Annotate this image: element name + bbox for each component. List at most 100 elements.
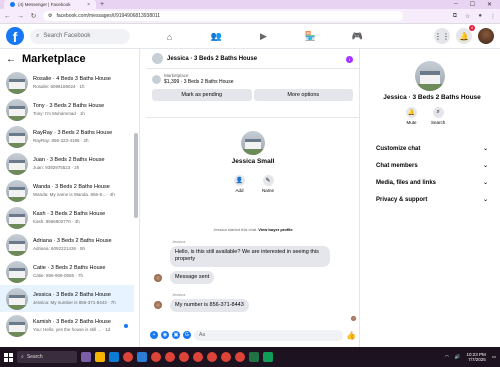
conversation-item[interactable]: RayRay · 3 Beds 2 Baths House RayRay: 856… [0, 123, 134, 150]
conversation-item[interactable]: Tony · 3 Beds 2 Baths House Tony: I'm Muh… [0, 96, 134, 123]
forward-icon[interactable]: → [17, 13, 24, 20]
privacy-support-section[interactable]: Privacy & support ⌄ [376, 196, 488, 204]
thumbs-up-icon[interactable]: 👍 [346, 331, 356, 340]
sender-name: Jessica [172, 292, 186, 297]
conversation-item[interactable]: Catie · 3 Beds 2 Baths House Catie: 856-9… [0, 258, 134, 285]
view-buyer-profile-link[interactable]: View buyer profile [258, 227, 292, 232]
profile-avatar[interactable] [241, 131, 265, 155]
chat-info-icon[interactable]: i [346, 56, 353, 63]
media-files-links-section[interactable]: Media, files and links ⌄ [376, 179, 488, 187]
maximize-icon[interactable]: ☐ [470, 1, 475, 8]
sticker-icon[interactable]: ▣ [172, 331, 180, 339]
chat-members-section[interactable]: Chat members ⌄ [376, 162, 488, 170]
notification-center-icon[interactable]: ▭ [492, 354, 496, 360]
account-avatar[interactable] [478, 28, 494, 44]
scrollbar-thumb[interactable] [134, 133, 138, 218]
search-icon: ⌕ [432, 107, 444, 118]
new-tab-button[interactable]: + [100, 1, 104, 8]
section-label: Chat members [376, 162, 418, 169]
close-tab-icon[interactable]: × [87, 2, 90, 8]
conversation-item[interactable]: Rosalie · 4 Beds 3 Baths House Rosalie: 6… [0, 69, 134, 96]
name-action[interactable]: ✎ Name [262, 175, 274, 193]
reload-icon[interactable]: ↻ [30, 12, 37, 20]
chrome-icon[interactable] [151, 352, 161, 362]
browser-menu-icon[interactable]: ⋮ [490, 13, 496, 20]
section-label: Customize chat [376, 145, 421, 152]
back-icon[interactable]: ← [4, 13, 11, 20]
friends-icon[interactable]: 👥 [193, 24, 240, 49]
add-action[interactable]: 👤 Add [234, 175, 245, 193]
gif-icon[interactable]: G [183, 331, 191, 339]
word-icon[interactable] [137, 352, 147, 362]
taskbar-search[interactable]: ⌕ Search [17, 351, 77, 363]
url-field[interactable]: ⚙ facebook.com/messages/t/91949068139380… [43, 11, 403, 21]
conversation-item[interactable]: Kamish · 3 Beds 2 Baths House You: Hello,… [0, 312, 134, 339]
site-info-icon[interactable]: ⚙ [48, 13, 52, 19]
name-label: Name [262, 188, 275, 193]
conversation-name: Juan · 3 Beds 2 Baths House [33, 157, 105, 163]
minimize-icon[interactable]: – [454, 1, 457, 8]
app-icon[interactable] [263, 352, 273, 362]
windows-start-icon[interactable] [4, 352, 13, 362]
camera-icon[interactable]: ◉ [161, 331, 169, 339]
task-view-icon[interactable] [81, 352, 91, 362]
message-input[interactable]: Aa [194, 329, 344, 341]
conversation-name: Rosalie · 4 Beds 3 Baths House [33, 76, 111, 82]
customize-chat-section[interactable]: Customize chat ⌄ [376, 145, 488, 153]
edge-icon[interactable] [109, 352, 119, 362]
close-window-icon[interactable]: ✕ [487, 1, 492, 8]
gaming-icon[interactable]: 🎮 [334, 24, 381, 49]
cast-icon[interactable]: ⧉ [453, 13, 457, 20]
chrome-icon[interactable] [123, 352, 133, 362]
mark-as-pending-button[interactable]: Mark as pending [152, 89, 252, 101]
conversation-item[interactable]: Wanda · 3 Beds 2 Baths House Wanda: My na… [0, 177, 134, 204]
plus-icon[interactable]: + [150, 331, 158, 339]
excel-icon[interactable] [249, 352, 259, 362]
search-action[interactable]: ⌕ Search [431, 107, 445, 125]
bookmark-star-icon[interactable]: ☆ [465, 13, 470, 20]
conversation-preview: Wanda: My name is Wanda. 856-9... · 4h [33, 192, 115, 197]
chevron-down-icon: ⌄ [482, 163, 488, 169]
file-explorer-icon[interactable] [95, 352, 105, 362]
listing-thumbnail [6, 314, 28, 337]
conversation-item[interactable]: Adriana · 3 Beds 2 Baths House Adriana: 6… [0, 231, 134, 258]
home-icon[interactable]: ⌂ [146, 24, 193, 49]
profile-name: Jessica Small [231, 158, 275, 165]
conversation-item[interactable]: Kash · 3 Beds 2 Baths House Kash: 8566902… [0, 204, 134, 231]
browser-tab[interactable]: (4) Messenger | Facebook × [4, 0, 96, 9]
more-options-button[interactable]: More options [253, 89, 353, 101]
back-arrow-icon[interactable]: ← [6, 54, 16, 65]
chrome-icon[interactable] [207, 352, 217, 362]
sender-avatar[interactable] [154, 301, 162, 309]
volume-icon[interactable]: 🔊 [455, 354, 461, 360]
chrome-icon[interactable] [165, 352, 175, 362]
sender-avatar[interactable] [154, 274, 162, 282]
search-facebook-input[interactable]: ⌕ Search Facebook [30, 28, 130, 44]
facebook-logo-icon[interactable]: f [6, 27, 24, 45]
clock[interactable]: 10:23 PM 7/7/2025 [466, 352, 485, 363]
marketplace-header: ← Marketplace [0, 49, 139, 69]
listing-price-title[interactable]: $1,399 · 3 Beds 2 Baths House [164, 79, 234, 85]
notifications-bell-icon[interactable]: 🔔 4 [456, 25, 475, 44]
marketplace-icon[interactable]: 🏪 [287, 24, 334, 49]
chat-title[interactable]: Jessica · 3 Beds 2 Baths House [167, 56, 257, 62]
url-text: facebook.com/messages/t/9194906813938011 [56, 13, 161, 19]
chrome-icon[interactable] [193, 352, 203, 362]
profile-icon[interactable]: ● [478, 13, 482, 20]
outgoing-message: Message sent [170, 271, 215, 285]
chat-avatar[interactable] [152, 53, 163, 64]
conversation-item[interactable]: Juan · 3 Beds 2 Baths House Juan: 9392975… [0, 150, 134, 177]
chat-details-panel: Jessica · 3 Beds 2 Baths House 🔔 Mute ⌕ … [370, 49, 494, 347]
menu-grid-icon[interactable]: ⋮⋮ [434, 28, 450, 44]
section-label: Privacy & support [376, 196, 428, 203]
video-icon[interactable]: ▶ [240, 24, 287, 49]
conversation-item-selected[interactable]: Jessica · 3 Beds 2 Baths House Jessica: M… [0, 285, 134, 312]
conversation-scrollbar[interactable] [134, 69, 138, 347]
chrome-icon[interactable] [221, 352, 231, 362]
chrome-icon[interactable] [179, 352, 189, 362]
details-avatar[interactable] [415, 61, 445, 91]
wifi-icon[interactable]: ◠ [445, 354, 449, 360]
mute-action[interactable]: 🔔 Mute [406, 107, 417, 125]
chrome-icon[interactable] [235, 352, 245, 362]
conversation-name: RayRay · 3 Beds 2 Baths House [33, 130, 113, 136]
